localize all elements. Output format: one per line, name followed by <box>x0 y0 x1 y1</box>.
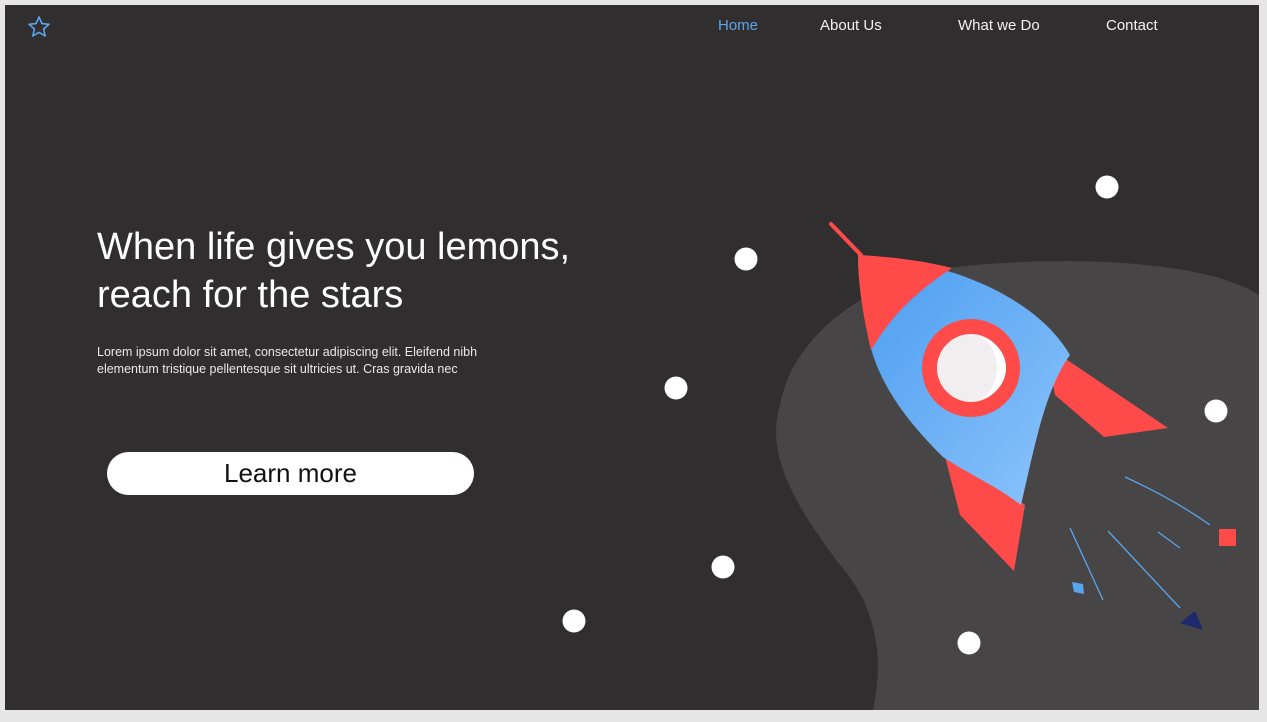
hero-description-line-2: elementum tristique pellentesque sit ult… <box>97 362 458 376</box>
hero-title: When life gives you lemons, reach for th… <box>97 223 657 319</box>
landing-page: Home About Us What we Do Contact When li… <box>5 5 1259 710</box>
hero-description: Lorem ipsum dolor sit amet, consectetur … <box>97 344 557 378</box>
hero-description-line-1: Lorem ipsum dolor sit amet, consectetur … <box>97 345 478 359</box>
learn-more-button[interactable]: Learn more <box>107 452 474 495</box>
hero-title-line-1: When life gives you lemons, <box>97 226 571 268</box>
hero-title-line-2: reach for the stars <box>97 274 404 316</box>
debris-red <box>1219 529 1236 546</box>
